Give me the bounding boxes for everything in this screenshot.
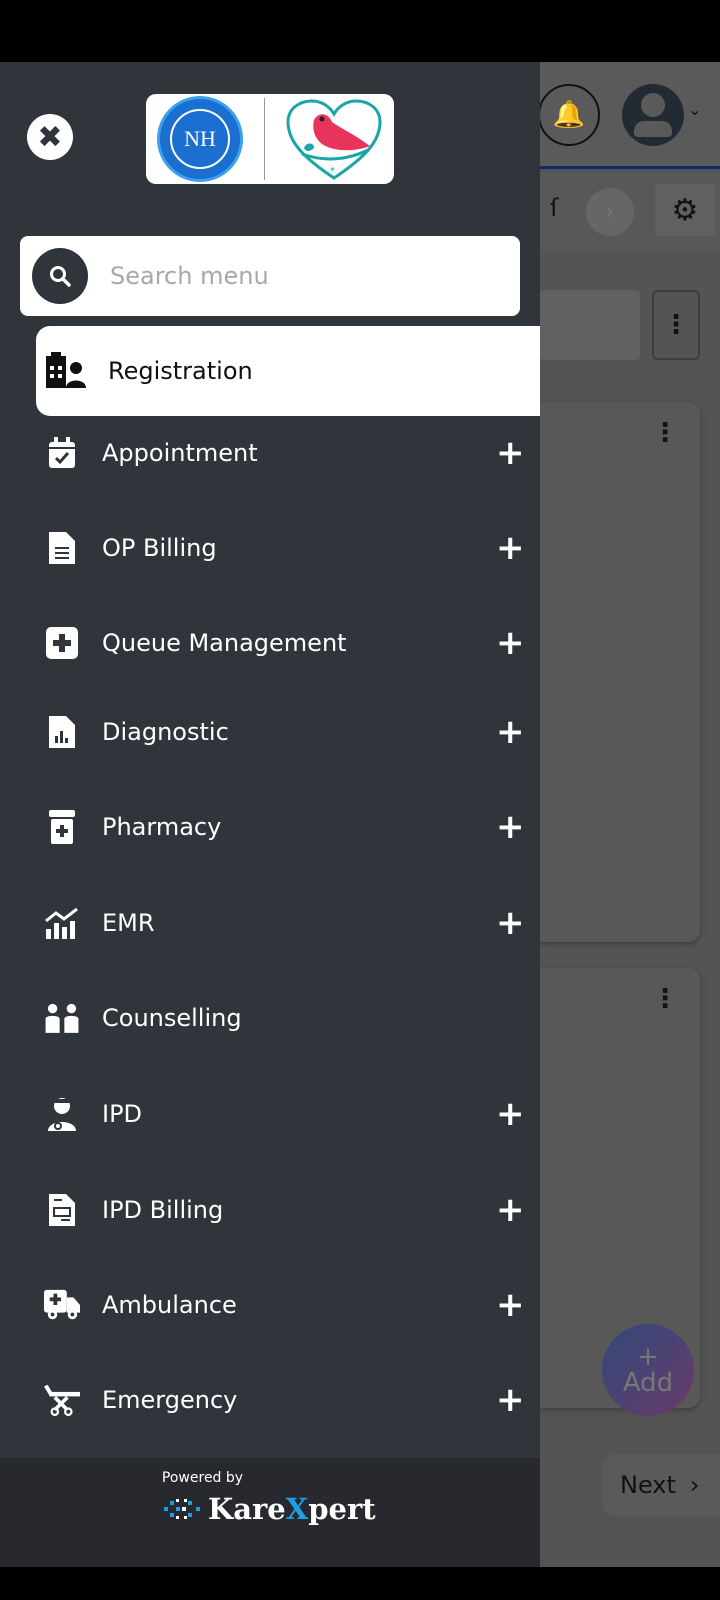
header-divider [540,166,720,169]
expand-plus-icon[interactable]: + [496,626,525,660]
next-label: Next [620,1471,676,1499]
chevron-right-button[interactable]: › [586,188,634,236]
close-icon: ✖ [37,119,63,155]
brand-part: pert [308,1492,376,1526]
menu-item-queue-management[interactable]: Queue Management + [0,598,540,688]
background-search[interactable] [540,290,640,360]
menu-item-label: Pharmacy [102,813,222,841]
close-button[interactable]: ✖ [27,114,73,160]
karexpert-logo: Kare Xpert [162,1492,376,1526]
menu-item-label: Queue Management [102,629,347,657]
stretcher-icon [44,1382,80,1418]
square-plus-icon [44,625,80,661]
card: ⋮ [540,402,700,942]
menu-item-pharmacy[interactable]: Pharmacy + [0,782,540,872]
more-options-button[interactable]: ⋮ [652,290,700,360]
expand-plus-icon[interactable]: + [496,1193,525,1227]
background-app: 🔔 ⌄ ſ › ⚙ ⋮ ⋮ ⋮ + Add Next › [538,62,720,1567]
file-chart-icon [44,714,80,750]
search-menu-field[interactable] [20,236,520,316]
menu-item-label: Emergency [102,1386,238,1414]
expand-plus-icon[interactable]: + [496,1383,525,1417]
nh-logo-text: NH [170,109,230,169]
add-label: Add [622,1368,674,1398]
brand-part: X [285,1492,309,1526]
brand-part: Kare [208,1492,286,1526]
hospital-logo: NH * [146,94,394,184]
menu-item-diagnostic[interactable]: Diagnostic + [0,687,540,777]
user-doctor-icon [44,1096,80,1132]
avatar[interactable] [622,84,684,146]
expand-plus-icon[interactable]: + [496,715,525,749]
status-bar [0,0,720,62]
menu-item-label: Ambulance [102,1291,237,1319]
menu-item-ambulance[interactable]: Ambulance + [0,1260,540,1350]
chevron-right-icon: › [689,1471,700,1499]
toolbar: ſ › ⚙ [540,172,720,252]
menu-item-emr[interactable]: EMR + [0,878,540,968]
nh-logo: NH [160,99,240,179]
karexpert-mark-icon [164,1499,200,1519]
search-menu-input[interactable] [110,256,490,296]
menu-item-label: IPD [102,1100,143,1128]
menu-item-ipd[interactable]: IPD + [0,1069,540,1159]
bird-heart-logo: * [286,99,382,180]
menu-item-label: Registration [108,357,253,385]
svg-text:*: * [330,166,335,177]
navigation-bar [0,1567,720,1600]
notification-bell-icon[interactable]: 🔔 [538,84,600,146]
chart-line-icon [44,905,80,941]
truck-medical-icon [44,1287,80,1323]
gear-icon[interactable]: ⚙ [655,184,715,236]
menu-item-counselling[interactable]: Counselling [0,973,540,1063]
expand-plus-icon[interactable]: + [496,1288,525,1322]
menu-item-label: Diagnostic [102,718,229,746]
next-button[interactable]: Next › [602,1454,720,1516]
menu-item-op-billing[interactable]: OP Billing + [0,503,540,593]
logo-divider [264,98,265,180]
menu-item-appointment[interactable]: Appointment + [0,408,540,498]
file-lines-icon [44,530,80,566]
plus-icon: + [637,1342,659,1372]
hospital-user-icon [46,352,86,388]
powered-by-text: Powered by [161,1470,244,1486]
file-invoice-icon [44,1192,80,1228]
menu-item-emergency[interactable]: Emergency + [0,1355,540,1445]
menu-item-registration[interactable]: Registration [36,326,540,416]
chevron-down-icon[interactable]: ⌄ [688,100,701,119]
partial-text: ſ [550,194,559,222]
prescription-bottle-icon [44,809,80,845]
expand-plus-icon[interactable]: + [496,906,525,940]
add-button[interactable]: + Add [602,1324,694,1416]
app-header: 🔔 ⌄ [538,62,720,166]
search-icon[interactable] [32,248,88,304]
side-drawer: ✖ NH * Registration Appointment+OP Billi… [0,62,540,1567]
footer: Powered by Kare Xpert [0,1458,540,1567]
expand-plus-icon[interactable]: + [496,810,525,844]
kebab-icon[interactable]: ⋮ [652,984,678,1014]
menu-item-ipd-billing[interactable]: IPD Billing + [0,1165,540,1255]
calendar-check-icon [44,435,80,471]
menu-item-label: EMR [102,909,155,937]
expand-plus-icon[interactable]: + [496,1097,525,1131]
menu-item-label: OP Billing [102,534,217,562]
kebab-icon[interactable]: ⋮ [652,418,678,448]
expand-plus-icon[interactable]: + [496,436,525,470]
menu-item-label: Appointment [102,439,258,467]
people-icon [44,1000,80,1036]
expand-plus-icon[interactable]: + [496,531,525,565]
menu-item-label: Counselling [102,1004,242,1032]
menu-item-label: IPD Billing [102,1196,224,1224]
